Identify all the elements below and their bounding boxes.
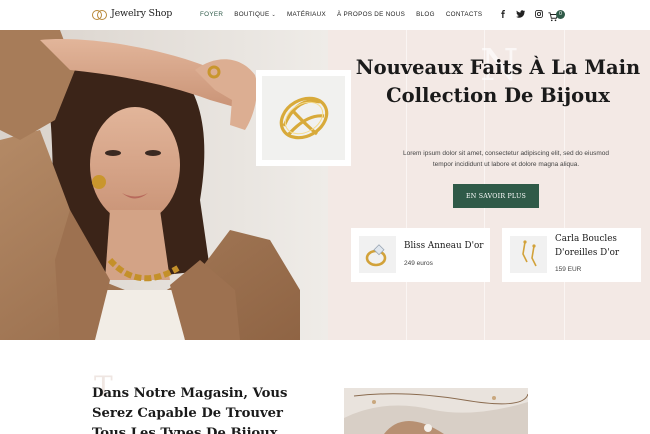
product-name-line: Carla Boucles (555, 234, 617, 244)
hero-title: Nouveaux Faits À La Main Collection De B… (348, 54, 648, 110)
nav-item-boutique-label: BOUTIQUE (234, 11, 270, 18)
twitter-icon[interactable] (516, 9, 525, 18)
hero-title-line: Collection De Bijoux (386, 84, 610, 107)
rings-logo-icon (92, 9, 107, 20)
cart-count-badge: 0 (556, 10, 565, 19)
site-header: Jewelry Shop FOYER BOUTIQUE ⌄ MATÉRIAUX À… (0, 0, 650, 30)
section-title-line: Serez Capable De Trouver (92, 406, 283, 421)
nav-item-boutique[interactable]: BOUTIQUE ⌄ (234, 11, 276, 18)
nav-item-blog[interactable]: BLOG (416, 11, 435, 18)
logo[interactable]: Jewelry Shop (92, 8, 173, 20)
section-title-line: Dans Notre Magasin, Vous (92, 386, 288, 401)
product-card[interactable]: Carla Boucles D'oreilles D'or 159 EUR (502, 228, 641, 282)
product-name-line: D'oreilles D'or (555, 248, 620, 258)
hero-description: Lorem ipsum dolor sit amet, consectetur … (378, 148, 634, 170)
featured-ring-image (256, 70, 351, 166)
instagram-icon[interactable] (534, 9, 543, 18)
main-nav: FOYER BOUTIQUE ⌄ MATÉRIAUX À PROPOS DE NO… (200, 11, 493, 18)
nav-item-contacts[interactable]: CONTACTS (446, 11, 483, 18)
hero-section: N Nouveaux Faits À La Main Collection De… (0, 30, 650, 340)
hero-title-line: Nouveaux Faits À La Main (355, 56, 641, 79)
section-title: Dans Notre Magasin, Vous Serez Capable D… (92, 384, 302, 434)
learn-more-button[interactable]: EN SAVOIR PLUS (453, 184, 539, 208)
product-thumbnail (359, 236, 396, 273)
product-price: 159 EUR (555, 266, 582, 273)
chevron-down-icon: ⌄ (271, 12, 276, 18)
nav-item-a-propos[interactable]: À PROPOS DE NOUS (337, 11, 405, 18)
store-photo (344, 388, 528, 434)
nav-item-materiaux[interactable]: MATÉRIAUX (287, 11, 326, 18)
cart-button[interactable]: 0 (548, 9, 566, 22)
social-links (498, 9, 543, 18)
brand-name: Jewelry Shop (111, 8, 173, 19)
nav-item-foyer[interactable]: FOYER (200, 11, 223, 18)
hero-description-line: Lorem ipsum dolor sit amet, consectetur … (403, 150, 609, 157)
product-thumbnail (510, 236, 547, 273)
facebook-icon[interactable] (498, 9, 507, 18)
product-card[interactable]: Bliss Anneau D'or 249 euros (351, 228, 490, 282)
hero-description-line: tempor incididunt ut labore et dolore ma… (432, 161, 580, 168)
section-title-line: Tous Les Types De Bijoux (92, 426, 278, 434)
product-name: Bliss Anneau D'or (404, 241, 484, 251)
product-price: 249 euros (404, 260, 433, 267)
